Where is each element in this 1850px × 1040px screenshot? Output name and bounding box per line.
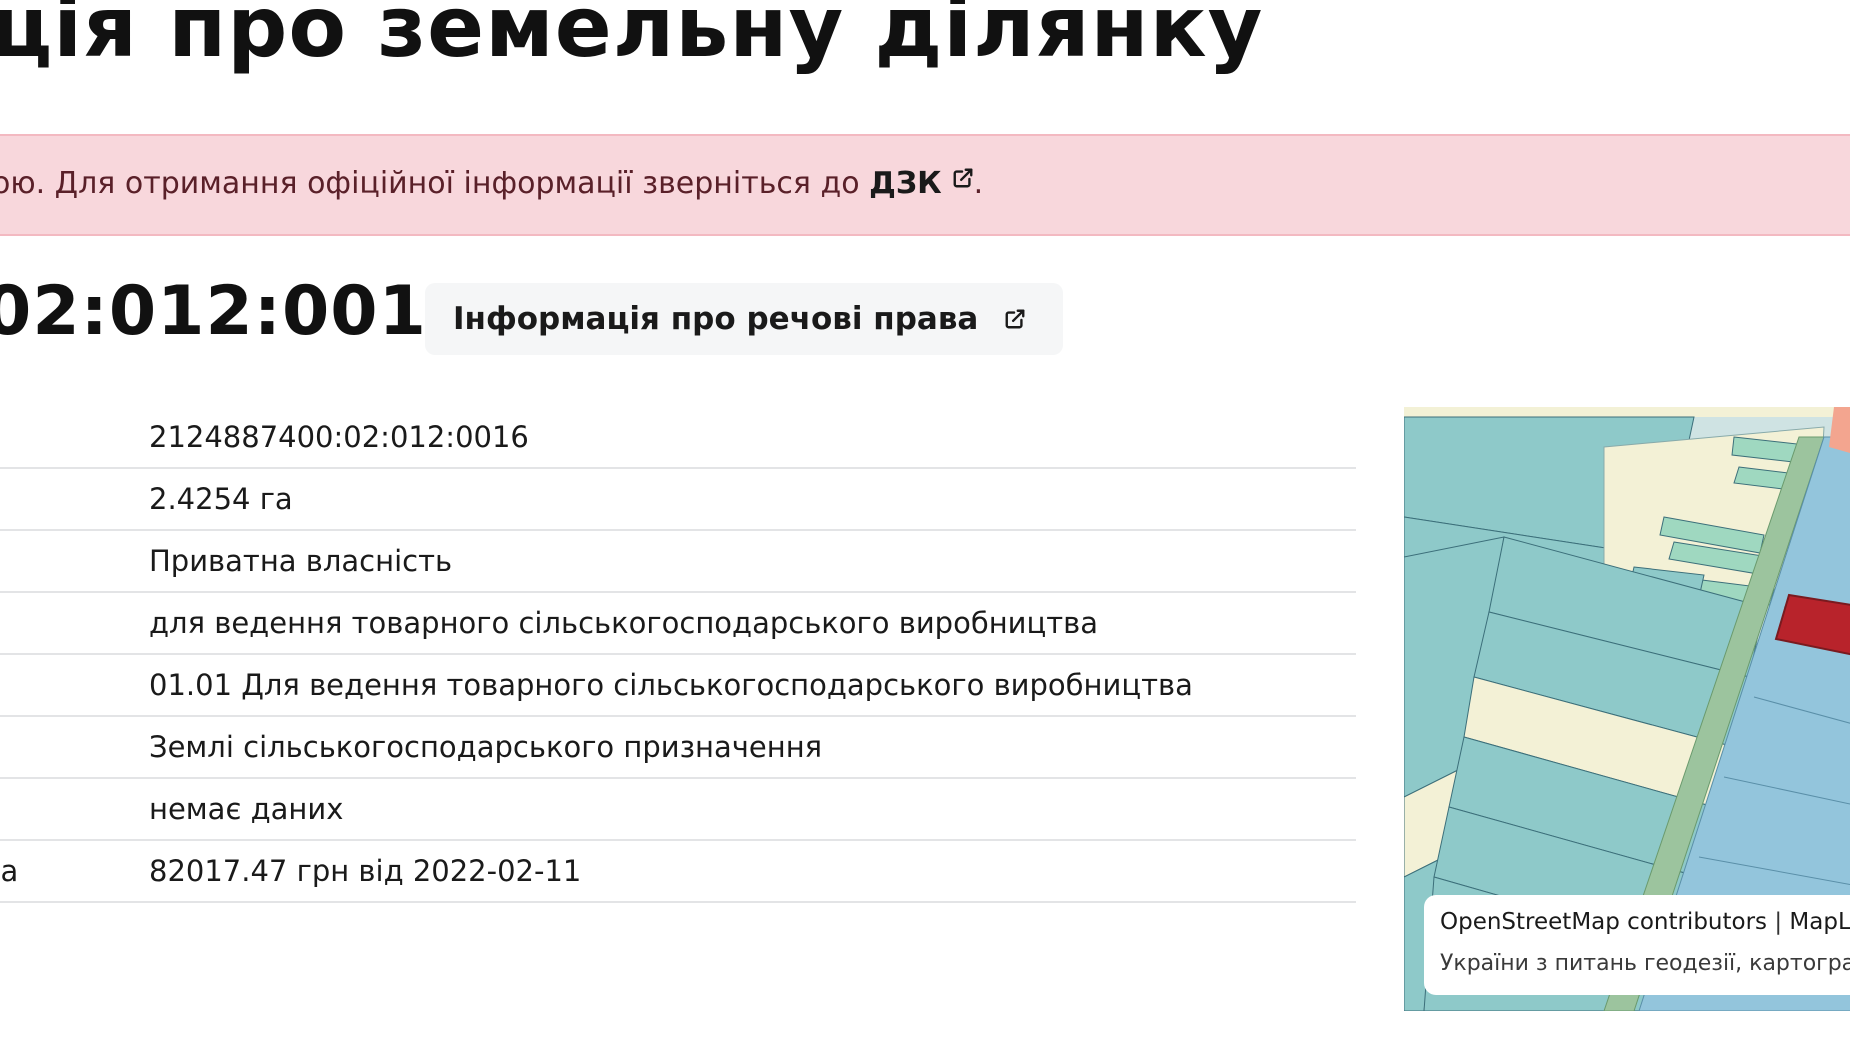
property-rights-button[interactable]: Інформація про речові права <box>425 283 1063 355</box>
property-rights-button-label: Інформація про речові права <box>453 301 979 337</box>
table-row: інка 82017.47 грн від 2022-02-11 <box>0 840 1356 902</box>
table-row: Землі сільськогосподарського призначення <box>0 716 1356 778</box>
dzk-link[interactable]: ДЗК <box>869 166 974 201</box>
page: ція про земельну ділянку ою. Для отриман… <box>0 0 1850 1040</box>
row-value: Приватна власність <box>149 544 453 578</box>
table-row: немає даних <box>0 778 1356 840</box>
external-link-icon <box>1004 308 1026 330</box>
row-label <box>0 716 149 778</box>
row-label <box>0 530 149 592</box>
alert-text-after: . <box>973 166 984 201</box>
row-label <box>0 406 149 468</box>
row-label <box>0 592 149 654</box>
table-row: 2.4254 га <box>0 468 1356 530</box>
cadastral-map[interactable]: OpenStreetMap contributors | MapLibr Укр… <box>1404 407 1850 1011</box>
row-label <box>0 468 149 530</box>
dzk-link-label: ДЗК <box>869 166 942 201</box>
row-label <box>0 654 149 716</box>
parcel-info-table: 2124887400:02:012:0016 2.4254 га Приватн… <box>0 406 1356 903</box>
row-value: 82017.47 грн від 2022-02-11 <box>149 854 582 888</box>
row-value: немає даних <box>149 792 344 826</box>
disclaimer-alert: ою. Для отримання офіційної інформації з… <box>0 134 1850 236</box>
table-row: Приватна власність <box>0 530 1356 592</box>
row-value: Землі сільськогосподарського призначення <box>149 730 823 764</box>
attribution-line-1: OpenStreetMap contributors | MapLibr <box>1440 909 1850 935</box>
table-row: 2124887400:02:012:0016 <box>0 406 1356 468</box>
maplibre-attribution-link[interactable]: MapLibr <box>1789 909 1850 935</box>
cadastral-number-heading: 02:012:0016 <box>0 272 476 351</box>
alert-text-before: ою. Для отримання офіційної інформації з… <box>0 166 870 201</box>
row-label: інка <box>0 854 19 888</box>
row-value: 2124887400:02:012:0016 <box>149 419 529 454</box>
row-value: 01.01 Для ведення товарного сільськогосп… <box>149 668 1193 702</box>
table-row: для ведення товарного сільськогосподарсь… <box>0 592 1356 654</box>
attribution-separator: | <box>1774 909 1783 935</box>
table-row: 01.01 Для ведення товарного сільськогосп… <box>0 654 1356 716</box>
attribution-line-2: України з питань геодезії, картограф <box>1440 951 1850 976</box>
map-attribution: OpenStreetMap contributors | MapLibr Укр… <box>1424 895 1850 995</box>
external-link-icon <box>952 167 974 189</box>
page-title: ція про земельну ділянку <box>0 0 1264 76</box>
osm-attribution-link[interactable]: OpenStreetMap contributors <box>1440 909 1767 935</box>
row-value: 2.4254 га <box>149 482 293 516</box>
row-value: для ведення товарного сільськогосподарсь… <box>149 606 1099 640</box>
alert-text: ою. Для отримання офіційної інформації з… <box>0 166 983 201</box>
row-label <box>0 778 149 840</box>
